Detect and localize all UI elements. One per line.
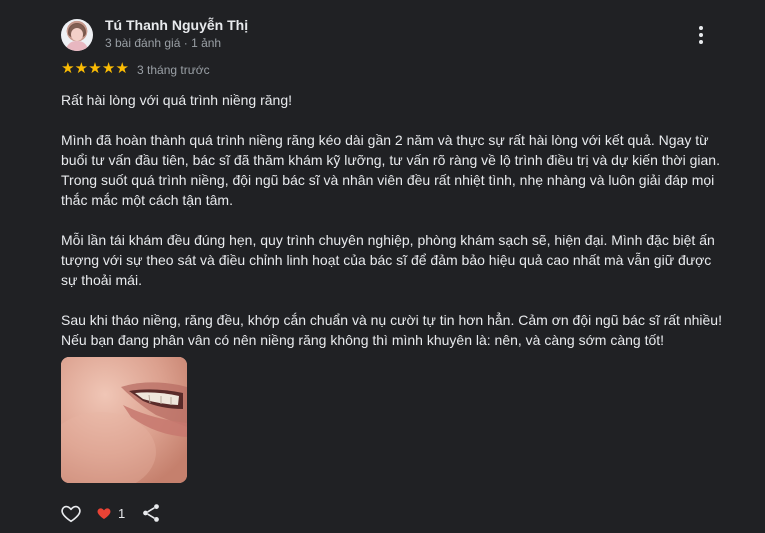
- reaction-count-button[interactable]: 1: [96, 502, 125, 524]
- more-options-icon[interactable]: [690, 24, 712, 46]
- review-paragraph: Mình đã hoàn thành quá trình niềng răng …: [61, 132, 720, 208]
- star-icon: ★: [61, 60, 75, 77]
- reaction-count: 1: [118, 505, 126, 521]
- star-rating: ★ ★ ★ ★ ★: [61, 61, 129, 77]
- reviewer-meta: 3 bài đánh giá · 1 ảnh: [105, 36, 222, 50]
- star-icon: ★: [101, 60, 116, 77]
- reviewer-avatar[interactable]: [61, 19, 93, 51]
- review-paragraph: Rất hài lòng với quá trình niềng răng!: [61, 92, 292, 108]
- review-photo[interactable]: [61, 357, 187, 483]
- review-paragraph: Mỗi lần tái khám đều đúng hẹn, quy trình…: [61, 232, 715, 288]
- star-icon: ★: [88, 60, 102, 77]
- heart-icon: [97, 508, 111, 519]
- thumb-up-icon[interactable]: [60, 502, 82, 524]
- review-paragraph: Sau khi tháo niềng, răng đều, khớp cắn c…: [61, 312, 722, 348]
- review-date: 3 tháng trước: [137, 63, 210, 77]
- review-photo-image: [61, 357, 187, 483]
- review-text: Rất hài lòng với quá trình niềng răng! M…: [61, 90, 731, 370]
- share-icon[interactable]: [140, 502, 162, 524]
- star-icon: ★: [74, 60, 89, 77]
- star-icon: ★: [115, 60, 129, 77]
- reviewer-name[interactable]: Tú Thanh Nguyễn Thị: [105, 17, 248, 33]
